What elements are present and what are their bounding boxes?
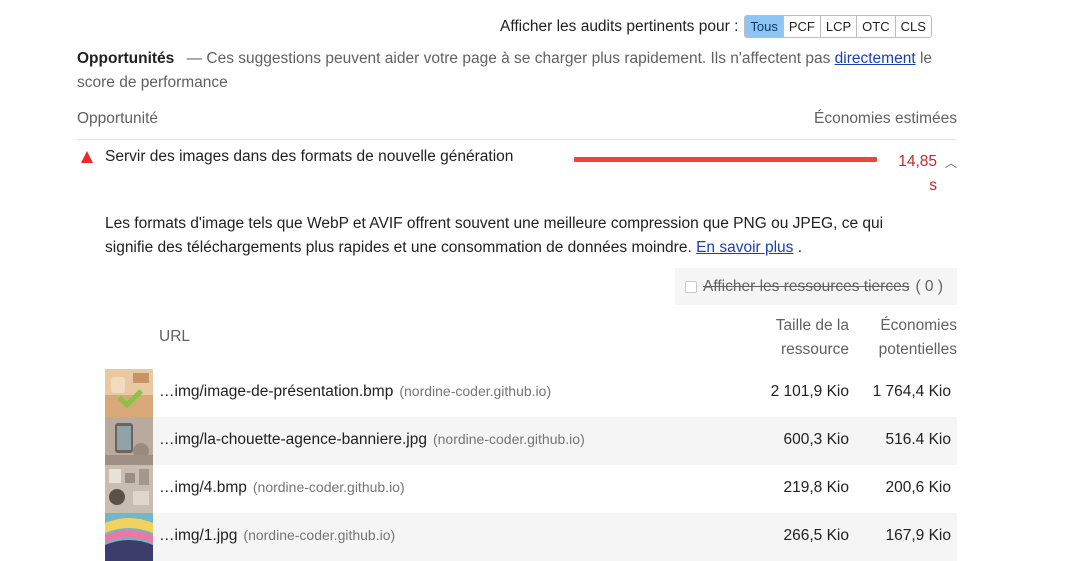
row-host: (nordine-coder.github.io) — [252, 479, 405, 495]
audit-title: Servir des images dans des formats de no… — [105, 148, 514, 165]
filter-cls-button[interactable]: CLS — [895, 16, 931, 37]
opportunities-title: Opportunités — [77, 50, 175, 67]
table-row: …img/image-de-présentation.bmp (nordine-c… — [105, 369, 957, 417]
audit-next-gen-images[interactable]: Servir des images dans des formats de no… — [77, 148, 957, 194]
image-thumbnail — [105, 417, 153, 465]
filter-pcf-button[interactable]: PCF — [783, 16, 821, 37]
table-header: URL Taille de la ressource Économies pot… — [105, 310, 957, 364]
row-host: (nordine-coder.github.io) — [399, 383, 552, 399]
chevron-up-icon[interactable]: ︿ — [945, 154, 957, 171]
row-size: 266,5 Kio — [783, 527, 850, 544]
table-row: …img/1.jpg (nordine-coder.github.io) 266,… — [105, 513, 957, 561]
third-party-count: ( 0 ) — [915, 277, 944, 295]
row-host: (nordine-coder.github.io) — [432, 431, 585, 447]
savings-bar — [574, 157, 877, 162]
audit-filter-bar: Afficher les audits pertinents pour : To… — [500, 15, 932, 38]
opportunities-description: — Ces suggestions peuvent aider votre pa… — [186, 50, 835, 67]
image-thumbnail — [105, 513, 153, 561]
row-url-path: …img/4.bmp — [159, 479, 247, 496]
warning-triangle-icon — [81, 151, 93, 163]
row-url-path: …img/1.jpg — [159, 527, 238, 544]
row-host: (nordine-coder.github.io) — [243, 527, 396, 543]
filter-otc-button[interactable]: OTC — [857, 16, 896, 37]
opportunity-column-header: Opportunité — [77, 110, 158, 127]
divider — [77, 139, 957, 140]
row-savings: 1 764,4 Kio — [872, 383, 951, 400]
opportunity-column-headers: Opportunité Économies estimées — [77, 110, 957, 128]
row-savings: 200,6 Kio — [885, 479, 952, 496]
row-url[interactable]: …img/1.jpg (nordine-coder.github.io) — [159, 527, 395, 545]
audit-description-period: . — [793, 239, 803, 256]
directement-link[interactable]: directement — [835, 50, 916, 67]
savings-column-header: Économies estimées — [813, 110, 957, 127]
filter-tous-button[interactable]: Tous — [745, 16, 784, 37]
audit-description: Les formats d'image tels que WebP et AVI… — [105, 212, 935, 260]
row-url-path: …img/la-chouette-agence-banniere.jpg — [159, 431, 427, 448]
third-party-checkbox[interactable] — [685, 280, 697, 293]
third-party-label: Afficher les ressources tierces — [703, 277, 910, 295]
resource-size-column-header: Taille de la ressource — [775, 317, 849, 358]
row-size: 600,3 Kio — [783, 431, 850, 448]
filter-lcp-button[interactable]: LCP — [820, 16, 858, 37]
row-url[interactable]: …img/4.bmp (nordine-coder.github.io) — [159, 479, 405, 497]
row-size: 219,8 Kio — [783, 479, 850, 496]
filter-label: Afficher les audits pertinents pour : — [500, 17, 739, 35]
third-party-filter: Afficher les ressources tierces ( 0 ) — [675, 268, 957, 305]
row-url-path: …img/image-de-présentation.bmp — [159, 383, 394, 400]
table-row: …img/la-chouette-agence-banniere.jpg (nor… — [105, 417, 957, 465]
row-savings: 516.4 Kio — [885, 431, 952, 448]
image-thumbnail — [105, 369, 153, 417]
potential-savings-column-header: Économies potentielles — [878, 317, 957, 358]
row-size: 2 101,9 Kio — [770, 383, 849, 400]
filter-button-group: Tous PCF LCP OTC CLS — [744, 15, 932, 38]
image-thumbnail — [105, 465, 153, 513]
row-url[interactable]: …img/la-chouette-agence-banniere.jpg (nor… — [159, 431, 585, 449]
table-row: …img/4.bmp (nordine-coder.github.io) 219,… — [105, 465, 957, 513]
audit-savings-value: 14,85 s — [898, 153, 937, 194]
url-column-header: URL — [159, 328, 191, 345]
row-savings: 167,9 Kio — [885, 527, 952, 544]
opportunities-header: Opportunités — Ces suggestions peuvent a… — [77, 47, 957, 95]
learn-more-link[interactable]: En savoir plus — [696, 239, 793, 256]
row-url[interactable]: …img/image-de-présentation.bmp (nordine-c… — [159, 383, 551, 401]
